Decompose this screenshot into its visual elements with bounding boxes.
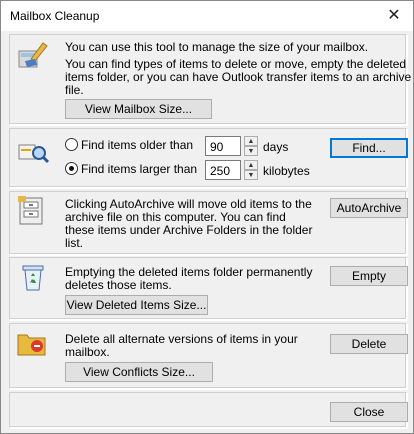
spin-up-icon[interactable]: ▲ <box>244 136 258 146</box>
view-conflicts-size-button[interactable]: View Conflicts Size... <box>65 362 213 382</box>
larger-than-spin-arrows[interactable]: ▲ ▼ <box>244 160 258 180</box>
find-items-icon <box>18 144 50 164</box>
days-unit-label: days <box>263 140 289 154</box>
mailbox-intro-line1: You can use this tool to manage the size… <box>65 40 369 54</box>
conflicts-line2: mailbox. <box>65 345 110 359</box>
archive-line4: list. <box>65 236 83 250</box>
find-button[interactable]: Find... <box>330 138 408 158</box>
close-icon[interactable]: ✕ <box>383 5 405 27</box>
recycle-bin-icon <box>22 265 44 291</box>
larger-than-radio[interactable] <box>65 162 78 175</box>
kilobytes-unit-label: kilobytes <box>263 164 310 178</box>
close-button[interactable]: Close <box>330 402 408 422</box>
view-mailbox-size-button[interactable]: View Mailbox Size... <box>65 99 212 119</box>
title-bar: Mailbox Cleanup ✕ <box>1 1 413 31</box>
view-deleted-items-size-button[interactable]: View Deleted Items Size... <box>65 295 208 315</box>
mailbox-intro-line4: file. <box>65 83 84 97</box>
mailbox-intro-line3: items folder, or you can have Outlook tr… <box>65 70 412 84</box>
conflicts-folder-icon <box>17 334 46 356</box>
older-than-label: Find items older than <box>81 138 194 152</box>
older-than-spinner[interactable]: 90 <box>205 136 241 156</box>
radio-selected-dot <box>69 166 74 171</box>
delete-button[interactable]: Delete <box>330 334 408 354</box>
older-than-value: 90 <box>210 140 224 154</box>
older-than-radio[interactable] <box>65 138 78 151</box>
deleted-line2: deletes those items. <box>65 278 172 292</box>
window-title: Mailbox Cleanup <box>10 9 100 23</box>
empty-button[interactable]: Empty <box>330 266 408 286</box>
older-than-spin-arrows[interactable]: ▲ ▼ <box>244 136 258 156</box>
spin-up-icon[interactable]: ▲ <box>244 160 258 170</box>
spin-down-icon[interactable]: ▼ <box>244 146 258 156</box>
archive-line3: these items under Archive Folders in the… <box>65 223 313 237</box>
larger-than-spinner[interactable]: 250 <box>205 160 241 180</box>
larger-than-label: Find items larger than <box>81 162 198 176</box>
larger-than-value: 250 <box>210 164 231 178</box>
broom-mailbox-icon <box>18 42 48 68</box>
spin-down-icon[interactable]: ▼ <box>244 170 258 180</box>
archive-file-icon <box>18 196 43 225</box>
autoarchive-button[interactable]: AutoArchive <box>330 198 408 218</box>
mailbox-cleanup-dialog: Mailbox Cleanup ✕ You can use this tool … <box>0 0 414 434</box>
